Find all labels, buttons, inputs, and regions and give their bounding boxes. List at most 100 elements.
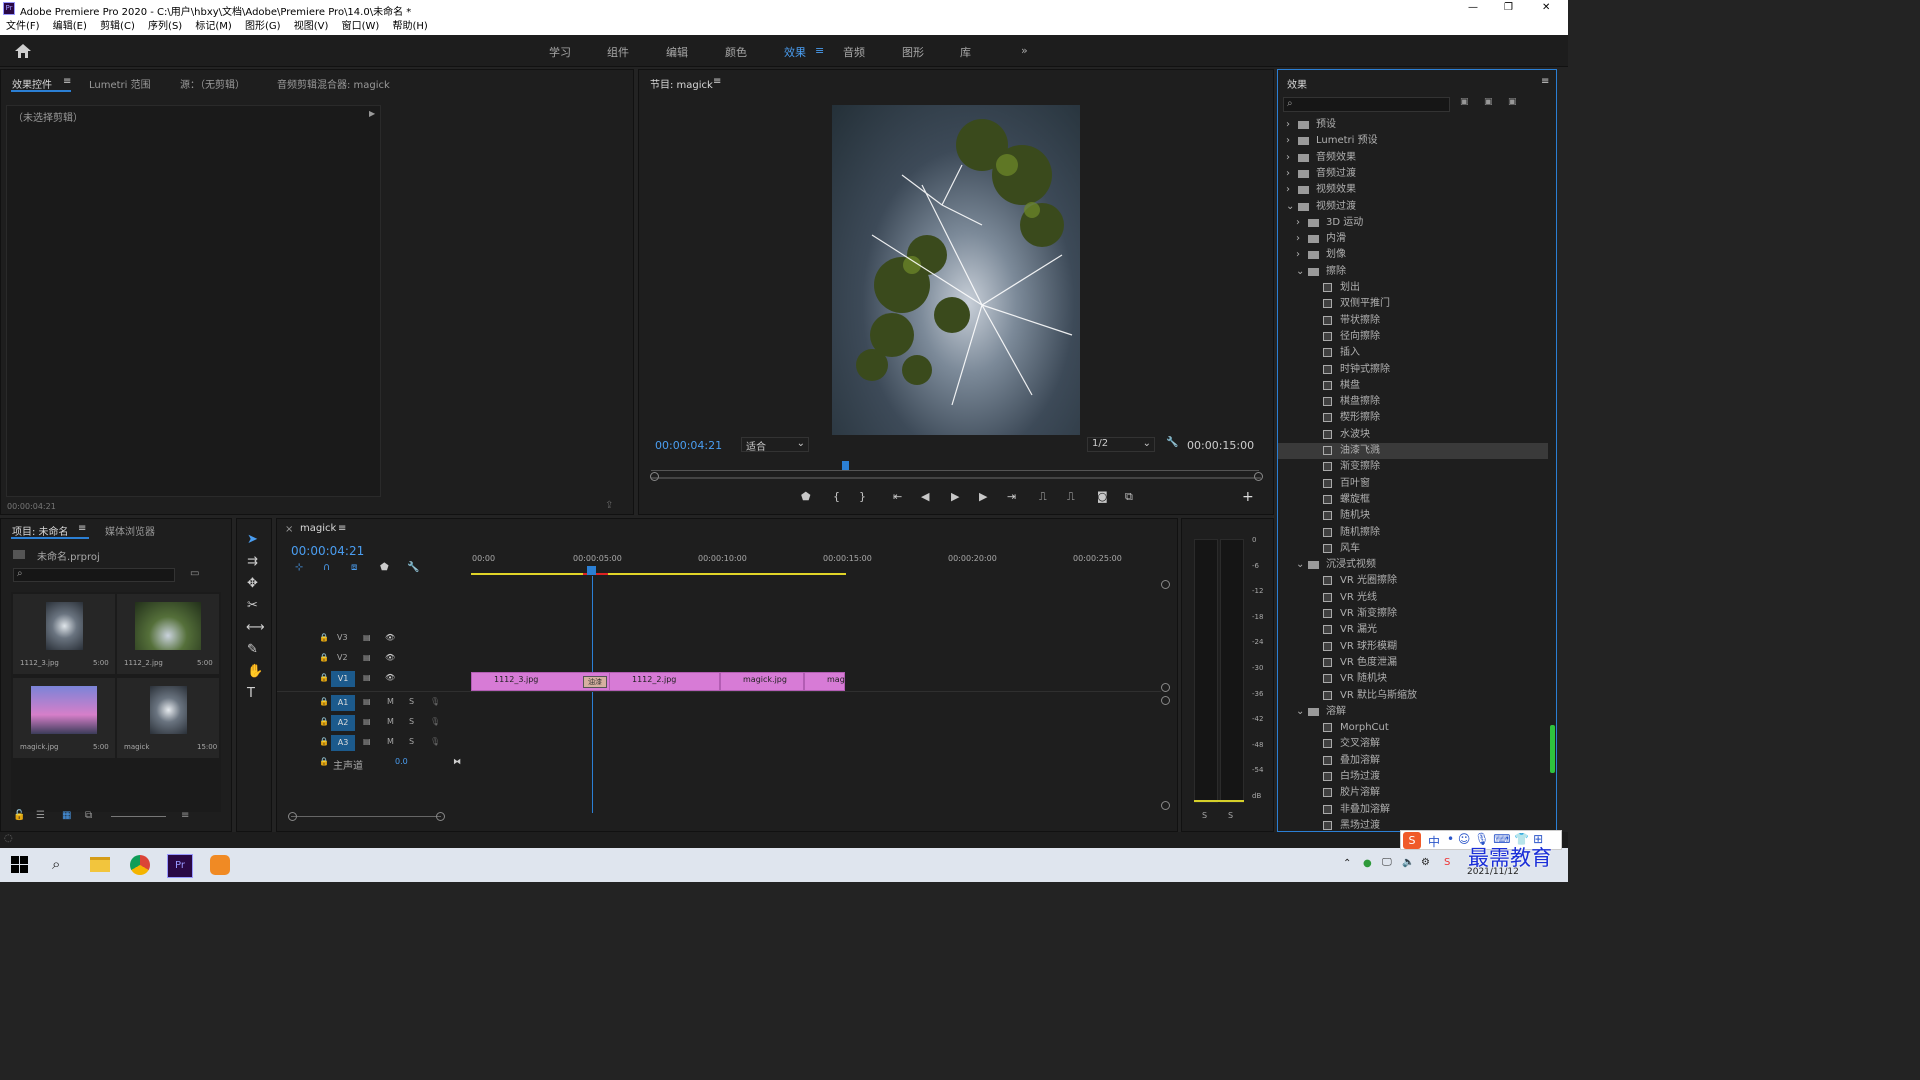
effect-item[interactable]: 水波块 — [1278, 427, 1548, 443]
freeform-view-icon[interactable]: ⧉ — [85, 810, 92, 821]
scroll-handle-right[interactable] — [436, 812, 445, 821]
minimize-button[interactable]: — — [1468, 2, 1478, 13]
timeline-tab[interactable]: magick — [300, 523, 336, 534]
effect-item[interactable]: 螺旋框 — [1278, 492, 1548, 508]
effect-item[interactable]: 叠加溶解 — [1278, 753, 1548, 769]
timeline-timecode[interactable]: 00:00:04:21 — [291, 544, 364, 558]
menu-help[interactable]: 帮助(H) — [393, 21, 428, 32]
panel-menu-icon[interactable]: ≡ — [63, 76, 71, 87]
tab-project[interactable]: 项目: 未命名 — [12, 523, 69, 538]
effects-folder[interactable]: ⌄ 溶解 — [1278, 704, 1548, 720]
menu-file[interactable]: 文件(F) — [6, 21, 40, 32]
ime-mode[interactable]: 中 — [1428, 833, 1440, 850]
effect-item[interactable]: 带状擦除 — [1278, 313, 1548, 329]
hand-tool-icon[interactable]: ✋ — [247, 664, 263, 679]
solo-button[interactable]: S — [409, 737, 414, 746]
program-tab[interactable]: 节目: magick — [650, 76, 713, 91]
timeline-playhead-handle[interactable] — [587, 566, 596, 575]
effect-item[interactable]: 交叉溶解 — [1278, 736, 1548, 752]
project-item[interactable]: magick.jpg 5:00 — [13, 678, 115, 758]
effect-item[interactable]: 径向擦除 — [1278, 329, 1548, 345]
effects-scrollbar[interactable] — [1550, 725, 1555, 773]
maximize-button[interactable]: ❐ — [1504, 2, 1513, 13]
effect-item[interactable]: 胶片溶解 — [1278, 785, 1548, 801]
yuv-effects-icon[interactable]: ▣ — [1508, 97, 1517, 107]
new-bin-icon[interactable]: ▭ — [190, 568, 199, 579]
resolution-dropdown[interactable]: 1/2 ⌄ — [1087, 437, 1155, 452]
lock-icon[interactable]: 🔒 — [319, 697, 329, 706]
workspace-tab-assembly[interactable]: 组件 — [607, 44, 629, 60]
nest-icon[interactable]: ⊹ — [295, 562, 303, 573]
timeline-clip[interactable]: mag — [804, 672, 845, 691]
effect-item[interactable]: 时钟式擦除 — [1278, 362, 1548, 378]
tab-lumetri-scopes[interactable]: Lumetri 范围 — [89, 76, 151, 91]
home-icon[interactable] — [15, 44, 31, 58]
type-tool-icon[interactable]: T — [247, 686, 255, 701]
program-zoom-scrollbar[interactable] — [651, 477, 1261, 479]
track-label[interactable]: A3 — [331, 735, 355, 751]
workspace-menu-icon[interactable]: ≡ — [815, 44, 824, 57]
mark-out-icon[interactable]: } — [859, 490, 866, 503]
vscroll-handle[interactable] — [1161, 801, 1170, 810]
windows-start-icon[interactable] — [11, 856, 28, 873]
workspace-tab-editing[interactable]: 编辑 — [666, 44, 688, 60]
mute-button[interactable]: M — [387, 717, 394, 726]
comparison-view-icon[interactable]: ⧉ — [1125, 490, 1133, 504]
chevron-down-icon[interactable]: ⌄ — [1296, 704, 1304, 720]
microphone-icon[interactable]: 🎙 — [430, 717, 440, 726]
timeline-clip[interactable]: magick.jpg — [720, 672, 804, 691]
workspace-tab-effects[interactable]: 效果 — [784, 44, 806, 60]
search-icon[interactable]: ⌕ — [52, 855, 60, 873]
effect-item[interactable]: 划出 — [1278, 280, 1548, 296]
chevron-right-icon[interactable]: › — [1286, 182, 1290, 198]
play-icon[interactable]: ▶ — [951, 490, 959, 503]
effect-item[interactable]: 白场过渡 — [1278, 769, 1548, 785]
add-marker-icon[interactable]: ⬟ — [380, 562, 389, 573]
lock-icon[interactable]: 🔓 — [13, 810, 25, 821]
lock-icon[interactable]: 🔒 — [319, 717, 329, 726]
effect-item[interactable]: 随机擦除 — [1278, 525, 1548, 541]
sync-lock-icon[interactable]: ▤ — [363, 633, 371, 642]
app-icon[interactable] — [210, 855, 230, 875]
lock-icon[interactable]: 🔒 — [319, 673, 329, 682]
program-playhead[interactable] — [842, 461, 849, 470]
lift-icon[interactable]: ⎍ — [1039, 490, 1047, 504]
zoom-fit-dropdown[interactable]: 适合 ⌄ — [741, 437, 809, 453]
export-icon[interactable]: ⇪ — [605, 500, 613, 511]
timeline-h-scrollbar[interactable] — [291, 816, 441, 817]
file-explorer-icon[interactable] — [90, 857, 110, 872]
workspace-tab-audio[interactable]: 音频 — [843, 44, 865, 60]
expand-arrow-icon[interactable]: ▶ — [369, 109, 375, 118]
project-item[interactable]: 1112_2.jpg 5:00 — [117, 594, 219, 674]
lock-icon[interactable]: 🔒 — [319, 737, 329, 746]
sogou-icon[interactable]: S — [1444, 857, 1450, 868]
menu-clip[interactable]: 剪辑(C) — [100, 21, 135, 32]
network-icon[interactable]: 🖵 — [1382, 857, 1392, 868]
lock-icon[interactable]: 🔒 — [319, 757, 329, 766]
chevron-right-icon[interactable]: › — [1296, 247, 1300, 263]
chevron-right-icon[interactable]: › — [1296, 215, 1300, 231]
effects-search-input[interactable]: ⌕ — [1283, 97, 1450, 112]
add-marker-icon[interactable]: ⬟ — [801, 490, 811, 503]
timeline-settings-icon[interactable]: 🔧 — [407, 562, 419, 573]
lock-icon[interactable]: 🔒 — [319, 633, 329, 642]
scroll-handle-left[interactable] — [288, 812, 297, 821]
microphone-icon[interactable]: 🎙 — [430, 737, 440, 746]
slip-tool-icon[interactable]: ⟷ — [246, 620, 265, 635]
timeline-ruler[interactable]: 00:00 00:00:05:00 00:00:10:00 00:00:15:0… — [471, 552, 1161, 576]
button-editor-plus-icon[interactable]: + — [1242, 489, 1254, 505]
menu-edit[interactable]: 编辑(E) — [53, 21, 87, 32]
premiere-taskbar-icon[interactable]: Pr — [167, 854, 193, 878]
menu-marker[interactable]: 标记(M) — [195, 21, 231, 32]
workspace-tab-color[interactable]: 颜色 — [725, 44, 747, 60]
timeline-menu-icon[interactable]: ≡ — [338, 523, 346, 534]
timeline-clip[interactable]: 1112_2.jpg — [609, 672, 720, 691]
effect-item[interactable]: VR 漏光 — [1278, 622, 1548, 638]
meter-solo-left[interactable]: S — [1202, 811, 1207, 820]
go-to-in-icon[interactable]: ⇤ — [893, 490, 902, 503]
menu-graphics[interactable]: 图形(G) — [245, 21, 281, 32]
transition-marker[interactable]: 油漆 — [583, 676, 607, 688]
menu-view[interactable]: 视图(V) — [294, 21, 329, 32]
chevron-down-icon[interactable]: ⌄ — [1286, 199, 1294, 215]
tab-media-browser[interactable]: 媒体浏览器 — [105, 523, 155, 538]
